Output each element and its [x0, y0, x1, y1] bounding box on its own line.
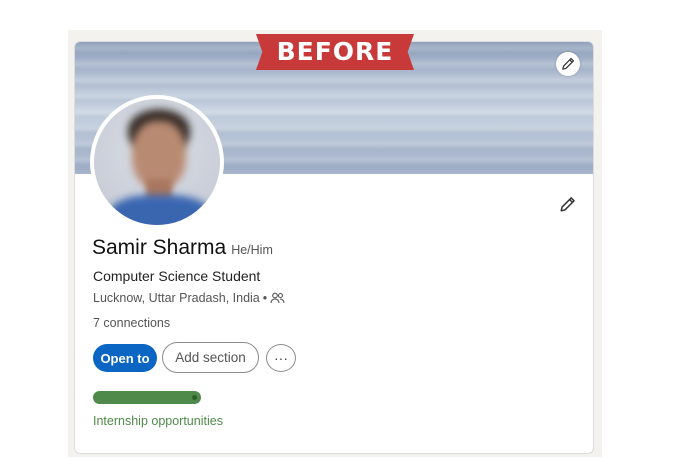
open-to-work-bar	[93, 391, 201, 404]
edit-cover-button[interactable]	[556, 52, 580, 76]
more-actions-button[interactable]: ···	[266, 344, 296, 372]
pencil-icon	[559, 196, 575, 212]
open-to-work-text[interactable]: Internship opportunities	[93, 414, 223, 428]
location-row: Lucknow, Uttar Pradash, India •	[93, 291, 285, 305]
open-to-button[interactable]: Open to	[93, 344, 157, 372]
profile-photo[interactable]	[90, 95, 224, 229]
photo-shirt	[108, 195, 212, 225]
edit-intro-button[interactable]	[556, 193, 578, 215]
add-section-button[interactable]: Add section	[162, 342, 259, 373]
pencil-icon	[562, 57, 575, 70]
bar-dot	[192, 395, 197, 400]
before-banner: BEFORE	[256, 34, 414, 70]
location-text: Lucknow, Uttar Pradash, India	[93, 291, 260, 305]
profile-name: Samir Sharma	[92, 236, 227, 259]
separator-dot: •	[262, 291, 268, 305]
pronouns: He/Him	[231, 243, 273, 257]
profile-headline: Computer Science Student	[93, 268, 261, 284]
name-row: Samir Sharma He/Him	[92, 236, 273, 260]
people-icon[interactable]	[270, 292, 285, 304]
connections-count[interactable]: 7 connections	[93, 316, 170, 330]
